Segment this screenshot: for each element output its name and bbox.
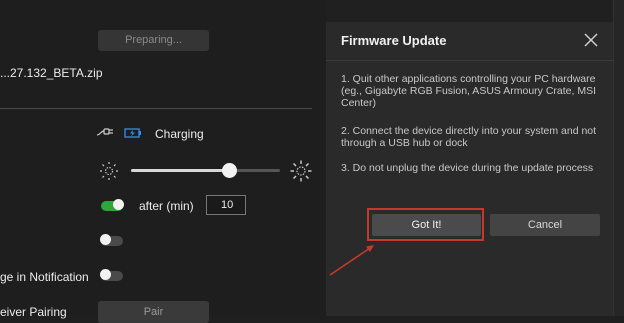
toggle-knob: [100, 234, 111, 245]
app-window: Preparing... ...27.132_BETA.zip Charging: [0, 0, 624, 323]
unlabeled-toggle[interactable]: [100, 234, 123, 246]
preparing-button[interactable]: Preparing...: [98, 30, 209, 51]
sun-bright-icon: [290, 160, 312, 182]
close-icon[interactable]: [584, 33, 598, 47]
plug-icon: [96, 128, 113, 136]
dialog-header-divider: [326, 60, 613, 61]
notification-toggle[interactable]: [100, 269, 123, 281]
instruction-step-3: 3. Do not unplug the device during the u…: [341, 162, 594, 174]
battery-charging-icon: [124, 128, 141, 138]
brightness-slider[interactable]: [131, 163, 280, 178]
sleep-minutes-input[interactable]: [206, 195, 246, 215]
sleep-toggle[interactable]: [101, 199, 124, 211]
firmware-filename: ...27.132_BETA.zip: [0, 66, 103, 80]
instruction-step-2: 2. Connect the device directly into your…: [341, 125, 597, 149]
charging-status: Charging: [155, 127, 204, 141]
sleep-after-label: after (min): [139, 199, 194, 213]
dialog-title: Firmware Update: [341, 33, 447, 48]
brightness-slider-thumb[interactable]: [222, 163, 238, 178]
sun-dim-icon: [100, 162, 118, 180]
notification-label: ge in Notification: [0, 270, 89, 284]
window-edge: [613, 0, 624, 316]
pair-button[interactable]: Pair: [98, 301, 209, 323]
toggle-knob: [113, 199, 124, 210]
cancel-button[interactable]: Cancel: [490, 214, 600, 236]
section-divider: [0, 108, 312, 109]
got-it-button[interactable]: Got It!: [372, 214, 481, 236]
brightness-slider-fill: [131, 169, 230, 172]
toggle-knob: [100, 269, 111, 280]
annotation-arrow-icon: [329, 245, 374, 276]
pairing-label: eiver Pairing: [0, 305, 67, 319]
instruction-step-1: 1. Quit other applications controlling y…: [341, 73, 597, 109]
settings-panel: Preparing... ...27.132_BETA.zip Charging: [0, 0, 326, 323]
